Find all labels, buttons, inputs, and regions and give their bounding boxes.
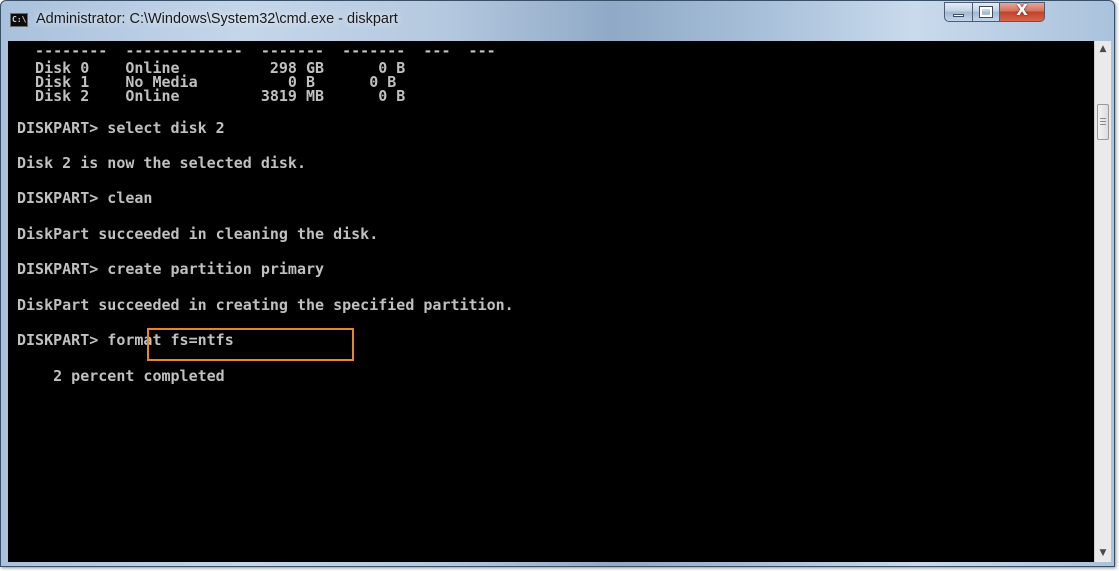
command-highlight-box [147, 328, 354, 361]
minimize-button[interactable] [944, 2, 972, 22]
close-button[interactable]: X [999, 1, 1045, 22]
title-bar[interactable]: C:\. Administrator: C:\Windows\System32\… [1, 1, 1114, 41]
minimize-icon [953, 14, 964, 17]
console-window: C:\. Administrator: C:\Windows\System32\… [0, 0, 1115, 567]
console-line-selected: Disk 2 is now the selected disk. [17, 154, 306, 172]
vertical-scrollbar[interactable]: ▲ ▼ [1094, 41, 1111, 562]
window-title: Administrator: C:\Windows\System32\cmd.e… [36, 11, 398, 27]
cmd-app-icon[interactable]: C:\. [10, 13, 31, 27]
console-line-clean: DISKPART> clean [17, 189, 153, 207]
close-icon: X [1016, 1, 1028, 19]
console-line-select-disk: DISKPART> select disk 2 [17, 119, 225, 137]
scroll-down-icon[interactable]: ▼ [1095, 545, 1111, 562]
console-line-progress: 2 percent completed [17, 367, 225, 385]
maximize-icon [979, 6, 993, 18]
console-line-create: DISKPART> create partition primary [17, 260, 325, 278]
scroll-thumb[interactable] [1097, 104, 1109, 140]
console-line-clean-result: DiskPart succeeded in cleaning the disk. [17, 225, 379, 243]
console-line-create-result: DiskPart succeeded in creating the speci… [17, 296, 514, 314]
maximize-button[interactable] [972, 2, 999, 22]
console-line-disk-2: Disk 2 Online 3819 MB 0 B [17, 87, 406, 105]
scroll-grip-icon [1100, 118, 1106, 126]
scroll-up-icon[interactable]: ▲ [1095, 41, 1111, 58]
console-output[interactable]: -------- ------------- ------- ------- -… [8, 41, 1094, 562]
console-line-table-divider: -------- ------------- ------- ------- -… [17, 42, 496, 60]
